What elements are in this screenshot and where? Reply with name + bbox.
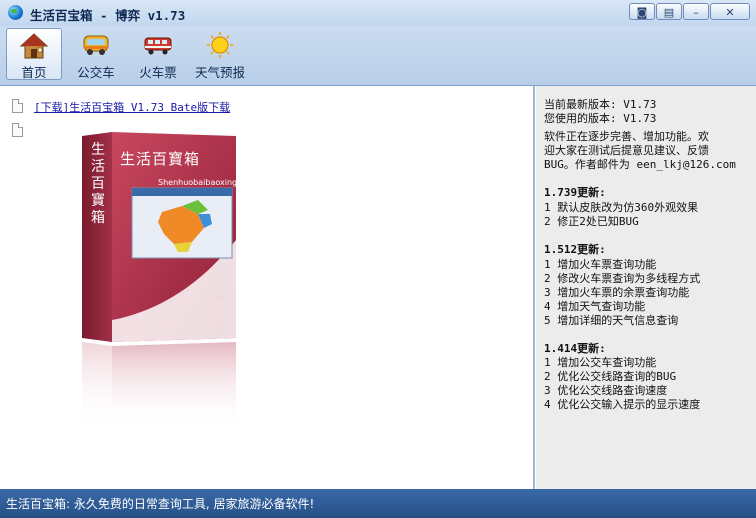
box-title: 生活百寶箱: [120, 150, 201, 168]
menu-button[interactable]: ▤: [656, 3, 682, 20]
status-text: 生活百宝箱: 永久免费的日常查询工具, 居家旅游必备软件!: [6, 497, 315, 511]
download-link[interactable]: [下载]生活百宝箱 V1.73 Bate版下载: [34, 99, 230, 115]
pane-divider[interactable]: [533, 86, 535, 490]
globe-icon: [8, 5, 23, 20]
left-pane: [下载]生活百宝箱 V1.73 Bate版下载 生活百寶箱 生活百寶箱 Shen…: [4, 90, 532, 486]
box-subtitle: Shenhuobaibaoxing: [158, 178, 238, 187]
box-side-label: 博弈出品: [216, 295, 224, 334]
train-icon: [144, 37, 172, 55]
box-side-title: 生活百寶箱: [91, 142, 105, 226]
document-icon: [12, 99, 23, 113]
sun-icon: [207, 32, 233, 58]
tab-home[interactable]: 首页: [6, 28, 62, 80]
changelog-item: 2 修正2处已知BUG: [544, 215, 639, 228]
feedback-button[interactable]: ◙: [629, 3, 655, 20]
current-version: 您使用的版本: V1.73: [544, 112, 657, 125]
changelog-heading: 1.512更新:: [544, 243, 606, 256]
changelog-item: 5 增加详细的天气信息查询: [544, 314, 679, 327]
app-window: 生活百宝箱 - 博弈 v1.73 ◙ ▤ – ✕ 首页 公交车 火车票 天气预报…: [0, 0, 756, 518]
tab-bus-label: 公交车: [77, 65, 115, 80]
bus-icon: [83, 35, 109, 55]
toolbar: 首页 公交车 火车票 天气预报: [0, 26, 756, 84]
close-button[interactable]: ✕: [710, 3, 750, 20]
tab-bus[interactable]: 公交车: [68, 28, 124, 80]
window-title: 生活百宝箱 - 博弈 v1.73: [30, 8, 186, 23]
status-bar: 生活百宝箱: 永久免费的日常查询工具, 居家旅游必备软件!: [0, 489, 756, 518]
tab-weather-label: 天气预报: [194, 65, 245, 80]
minimize-button[interactable]: –: [683, 3, 709, 20]
content-area: [下载]生活百宝箱 V1.73 Bate版下载 生活百寶箱 生活百寶箱 Shen…: [0, 85, 756, 490]
intro-line: BUG。作者邮件为 een_lkj@126.com: [544, 158, 736, 171]
tab-train[interactable]: 火车票: [130, 28, 186, 80]
tab-home-label: 首页: [21, 65, 47, 80]
right-pane: 当前最新版本: V1.73 您使用的版本: V1.73 软件正在逐步完善、增加功…: [536, 86, 756, 490]
changelog-heading: 1.739更新:: [544, 186, 606, 199]
changelog-item: 4 优化公交输入提示的显示速度: [544, 398, 701, 411]
tab-train-label: 火车票: [139, 65, 177, 80]
document-icon: [12, 123, 23, 137]
house-icon: [19, 33, 49, 59]
tab-weather[interactable]: 天气预报: [192, 28, 248, 80]
title-bar[interactable]: 生活百宝箱 - 博弈 v1.73 ◙ ▤ – ✕: [0, 0, 756, 26]
window-controls: ◙ ▤ – ✕: [628, 3, 750, 20]
